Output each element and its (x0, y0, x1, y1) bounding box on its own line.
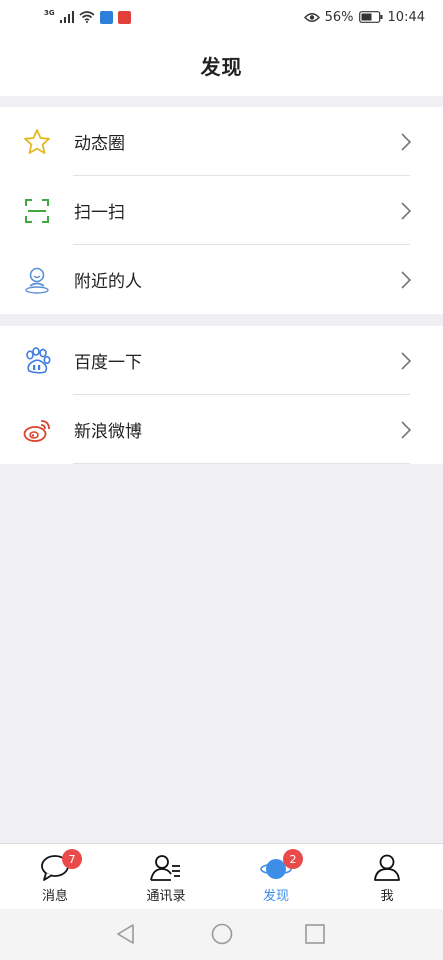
tab-discover[interactable]: 2 发现 (221, 844, 331, 910)
planet-icon: 2 (260, 849, 303, 883)
menu-item-weibo[interactable]: 新浪微博 (0, 395, 443, 464)
menu-item-label: 百度一下 (74, 353, 142, 373)
home-icon[interactable] (210, 922, 234, 946)
tab-messages[interactable]: 7 消息 (0, 844, 110, 910)
header: 发现 (0, 34, 443, 96)
contacts-icon (150, 853, 182, 883)
menu-item-label: 新浪微博 (74, 422, 142, 442)
status-bar: 3G 56% 10:44 (0, 0, 443, 34)
chevron-right-icon (401, 270, 412, 289)
app-notification-icon (99, 10, 113, 24)
status-bar-right: 56% 10:44 (303, 9, 425, 25)
battery-icon (358, 11, 383, 23)
page-title: 发现 (200, 54, 243, 79)
wifi-icon (79, 11, 95, 23)
tab-label: 通讯录 (146, 889, 186, 904)
badge-discover: 2 (283, 849, 303, 869)
chevron-right-icon (401, 132, 412, 151)
tab-label: 消息 (41, 889, 68, 904)
tab-label: 发现 (262, 889, 289, 904)
chevron-right-icon (401, 420, 412, 439)
app-notification-icon (117, 10, 131, 24)
chevron-right-icon (401, 201, 412, 220)
person-icon (371, 853, 403, 883)
menu-item-label: 动态圈 (74, 134, 125, 154)
menu-item-nearby[interactable]: 附近的人 (0, 245, 443, 314)
badge-messages: 7 (62, 849, 82, 869)
menu-group-1: 动态圈 扫一扫 附近的人 (0, 107, 443, 314)
menu-item-label: 扫一扫 (74, 203, 125, 223)
network-type: 3G (44, 9, 55, 17)
weibo-icon (21, 414, 53, 446)
back-icon[interactable] (114, 922, 138, 946)
system-nav-bar (0, 909, 443, 960)
eye-icon (303, 12, 320, 22)
menu-group-2: 百度一下 新浪微博 (0, 326, 443, 464)
chat-bubble-icon: 7 (39, 849, 82, 883)
status-bar-left: 3G (44, 9, 131, 24)
divider (73, 463, 410, 464)
menu-item-baidu[interactable]: 百度一下 (0, 326, 443, 395)
star-icon (21, 126, 53, 158)
tab-bar: 7 消息 通讯录 2 发现 我 (0, 843, 443, 909)
chevron-right-icon (401, 351, 412, 370)
clock: 10:44 (387, 9, 425, 25)
scan-icon (21, 195, 53, 227)
nearby-person-icon (21, 264, 53, 296)
signal-icon (59, 11, 74, 23)
tab-me[interactable]: 我 (332, 844, 442, 910)
menu-item-moments[interactable]: 动态圈 (0, 107, 443, 176)
baidu-paw-icon (21, 345, 53, 377)
recents-icon[interactable] (303, 922, 327, 946)
tab-label: 我 (380, 889, 394, 904)
tab-contacts[interactable]: 通讯录 (111, 844, 221, 910)
menu-item-label: 附近的人 (74, 272, 142, 292)
menu-item-scan[interactable]: 扫一扫 (0, 176, 443, 245)
battery-percent: 56% (324, 9, 354, 25)
